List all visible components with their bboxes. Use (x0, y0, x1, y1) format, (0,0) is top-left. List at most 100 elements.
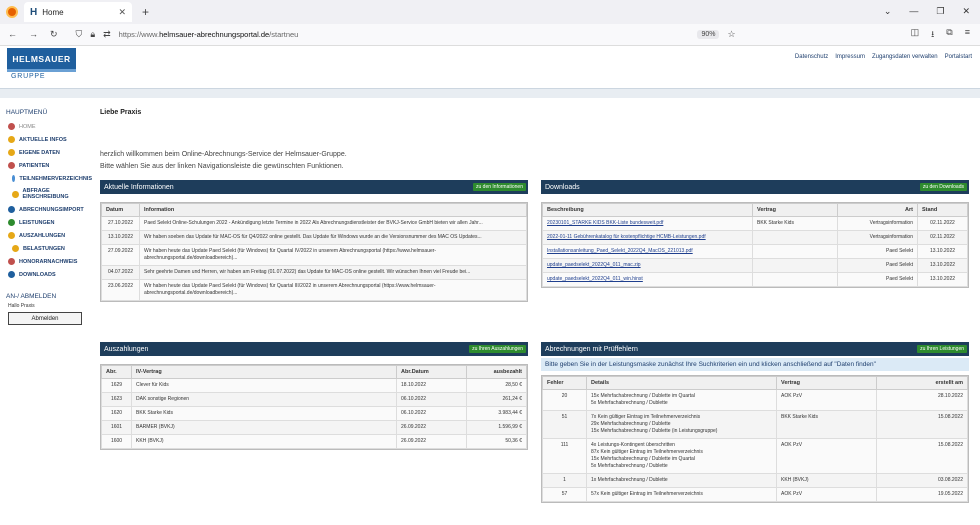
table-row[interactable]: 20230101_STARKE KIDS BKK-Liste bundeswei… (542, 216, 968, 231)
errors-panel-button[interactable]: zu Ihren Leistungen (917, 345, 967, 353)
column-header[interactable]: Information (139, 203, 527, 217)
table-row[interactable]: Installationsanleitung_Paed_Selekt_2022Q… (542, 244, 968, 259)
table-cell: 13.10.2022 (101, 230, 140, 245)
table-row[interactable]: 1601 BARMER (BVKJ) 26.09.2022 1.596,99 € (101, 420, 527, 435)
close-icon[interactable]: ✕ (118, 7, 126, 18)
table-cell: 04.07.2022 (101, 265, 140, 280)
table-row[interactable]: 1620 BKK Starke Kids 06.10.2022 3.983,44 € (101, 406, 527, 421)
new-tab-icon[interactable]: + (142, 5, 149, 19)
chevron-down-icon[interactable]: ⌄ (884, 6, 892, 17)
sidebar-item-7[interactable]: LEISTUNGEN (0, 216, 92, 229)
column-header[interactable]: Art (837, 203, 918, 217)
link-zugangsdaten[interactable]: Zugangsdaten verwalten (872, 54, 938, 60)
table-cell[interactable]: 2022-01-11 Gebührenkatalog für kostenpfl… (542, 230, 753, 245)
table-row[interactable]: 1600 KKH (BVKJ) 26.09.2022 50,36 € (101, 434, 527, 449)
table-cell: 26.09.2022 (396, 434, 467, 449)
link-portalstart[interactable]: Portalstart (945, 54, 972, 60)
sidebar-item-8[interactable]: AUSZAHLUNGEN (0, 229, 92, 242)
zoom-level[interactable]: 90% (697, 30, 720, 39)
column-header[interactable]: erstellt am (876, 376, 968, 390)
table-row[interactable]: update_paedselekt_2022Q4_011_win.hinst Pa… (542, 272, 968, 287)
download-link[interactable]: Installationsanleitung_Paed_Selekt_2022Q… (547, 248, 693, 254)
main-content: Liebe Praxis herzlich willkommen beim On… (100, 103, 975, 173)
sidebar-item-1[interactable]: AKTUELLE INFOS (0, 133, 92, 146)
sidebar-item-5[interactable]: ABFRAGE EINSCHREIBUNG (0, 185, 92, 203)
link-impressum[interactable]: Impressum (835, 54, 865, 60)
sidebar-item-3[interactable]: PATIENTEN (0, 159, 92, 172)
table-cell (752, 230, 838, 245)
url-text[interactable]: https://www.helmsauer-abrechnungsportal.… (119, 30, 299, 39)
permissions-icon[interactable]: ⇄ (103, 29, 111, 40)
shield-icon[interactable]: ⛉ (76, 29, 83, 40)
column-header[interactable]: Fehler (542, 376, 587, 390)
browser-tab[interactable]: H Home ✕ (24, 2, 132, 22)
column-header[interactable]: Abr.Datum (396, 365, 467, 379)
download-link[interactable]: 2022-01-11 Gebührenkatalog für kostenpfl… (547, 234, 706, 240)
table-cell[interactable]: update_paedselekt_2022Q4_011_mac.zip (542, 258, 753, 273)
download-link[interactable]: update_paedselekt_2022Q4_011_win.hinst (547, 276, 643, 282)
table-cell: 02.11.2022 (917, 216, 968, 231)
sidebar-item-2[interactable]: EIGENE DATEN (0, 146, 92, 159)
header-stripe (0, 88, 980, 98)
table-row[interactable]: 111 4x Leistungs-Kontingent überschritten… (542, 438, 968, 474)
table-row[interactable]: 20 15x Mehrfachabrechnung / Dublette im Q… (542, 389, 968, 411)
reload-icon[interactable]: ↻ (50, 29, 58, 40)
table-cell: 51 (542, 410, 587, 439)
sidebar-item-6[interactable]: ABRECHNUNGSIMPORT (0, 203, 92, 216)
firefox-icon[interactable] (6, 6, 18, 18)
menu-item-icon (12, 190, 19, 198)
lock-icon[interactable]: 🔒︎ (90, 29, 95, 40)
column-header[interactable]: Datum (101, 203, 140, 217)
table-row[interactable]: 27.10.2022 Paed Selekt Online-Schulungen … (101, 216, 527, 231)
table-row[interactable]: 1623 DAK sonstige Regionen 06.10.2022 261,2… (101, 392, 527, 407)
close-window-icon[interactable]: ✕ (962, 6, 970, 17)
payouts-panel-button[interactable]: zu Ihren Auszahlungen (469, 345, 526, 353)
payouts-panel-title: Auszahlungen (104, 345, 149, 353)
address-bar[interactable]: ⛉ 🔒︎ ⇄ https://www.helmsauer-abrechnungs… (76, 29, 736, 40)
downloads-panel-button[interactable]: zu den Downloads (919, 183, 967, 191)
column-header[interactable]: ausbezahlt (466, 365, 527, 379)
download-icon[interactable]: ⭳ (931, 27, 934, 43)
sidebar-item-9[interactable]: BELASTUNGEN (0, 242, 92, 255)
table-row[interactable]: 13.10.2022 Wir haben soeben das Update fü… (101, 230, 527, 245)
column-header[interactable]: Abr. (101, 365, 132, 379)
table-row[interactable]: 27.09.2022 Wir haben heute das Update Pae… (101, 244, 527, 266)
table-cell: 1.596,99 € (466, 420, 527, 435)
back-icon[interactable]: ← (8, 29, 17, 40)
sidebar-item-10[interactable]: HONORARNACHWEIS (0, 255, 92, 268)
column-header[interactable]: Vertrag (776, 376, 877, 390)
pocket-icon[interactable]: ◫ (911, 27, 920, 43)
table-row[interactable]: 1 1x Mehrfachabrechnung / Dublette KKH (BV… (542, 473, 968, 488)
column-header[interactable]: IV-Vertrag (131, 365, 397, 379)
download-link[interactable]: update_paedselekt_2022Q4_011_mac.zip (547, 262, 641, 268)
table-row[interactable]: 57 57x Kein gültiger Eintrag im Teilnehme… (542, 487, 968, 502)
bookmark-star-icon[interactable]: ☆ (727, 29, 735, 40)
table-row[interactable]: 51 7x Kein gültiger Eintrag im Teilnehmer… (542, 410, 968, 439)
helmsauer-logo[interactable]: HELMSAUER GRUPPE (7, 48, 76, 84)
forward-icon[interactable]: → (29, 29, 38, 40)
table-cell[interactable]: Installationsanleitung_Paed_Selekt_2022Q… (542, 244, 753, 259)
column-header[interactable]: Details (586, 376, 777, 390)
column-header[interactable]: Vertrag (752, 203, 838, 217)
link-datenschutz[interactable]: Datenschutz (795, 54, 828, 60)
table-row[interactable]: 2022-01-11 Gebührenkatalog für kostenpfl… (542, 230, 968, 245)
maximize-icon[interactable]: ❐ (936, 6, 944, 17)
table-row[interactable]: update_paedselekt_2022Q4_011_mac.zip Paed… (542, 258, 968, 273)
download-link[interactable]: 20230101_STARKE KIDS BKK-Liste bundeswei… (547, 220, 663, 226)
table-cell: Clever für Kids (131, 378, 397, 393)
extensions-icon[interactable]: ⧉ (946, 27, 952, 43)
sidebar-item-11[interactable]: DOWNLOADS (0, 268, 92, 281)
table-cell[interactable]: 20230101_STARKE KIDS BKK-Liste bundeswei… (542, 216, 753, 231)
column-header[interactable]: Stand (917, 203, 968, 217)
minimize-icon[interactable]: — (909, 6, 918, 17)
table-row[interactable]: 1629 Clever für Kids 18.10.2022 28,50 € (101, 378, 527, 393)
table-row[interactable]: 23.06.2022 Wir haben heute das Update Pae… (101, 279, 527, 301)
table-row[interactable]: 04.07.2022 Sehr geehrte Damen und Herren,… (101, 265, 527, 280)
sidebar-item-4[interactable]: TEILNEHMERVERZEICHNIS (0, 172, 92, 185)
menu-icon[interactable]: ≡ (965, 27, 970, 43)
column-header[interactable]: Beschreibung (542, 203, 753, 217)
info-panel-button[interactable]: zu den Informationen (473, 183, 526, 191)
sidebar-item-0[interactable]: HOME (0, 120, 92, 133)
table-cell[interactable]: update_paedselekt_2022Q4_011_win.hinst (542, 272, 753, 287)
logout-button[interactable]: Abmelden (8, 312, 82, 325)
